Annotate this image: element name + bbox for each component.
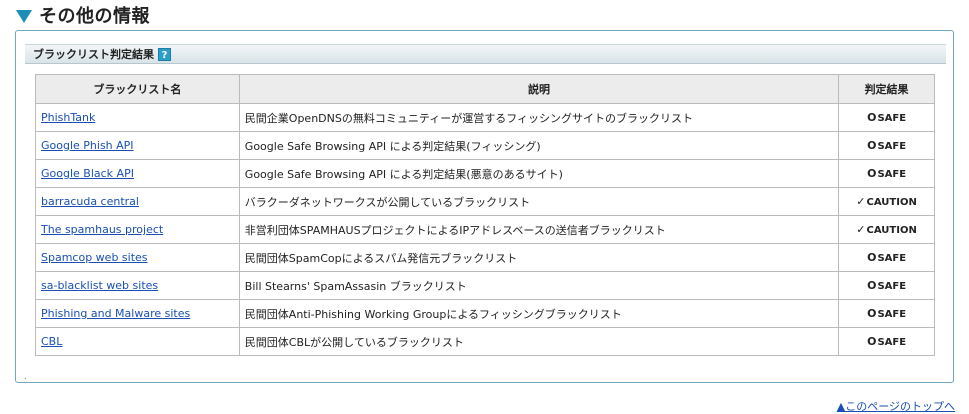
- blacklist-description: 非営利団体SPAMHAUSプロジェクトによるIPアドレスベースの送信者ブラックリ…: [238, 215, 840, 244]
- blacklist-table: ブラックリスト名 説明 判定結果 PhishTank 民間企業OpenDNSの無料…: [35, 74, 935, 356]
- triangle-down-icon: [16, 9, 32, 23]
- blacklist-name-cell: barracuda central: [35, 187, 240, 216]
- blacklist-name-link[interactable]: PhishTank: [41, 111, 95, 124]
- blacklist-name-cell: Google Phish API: [35, 131, 240, 160]
- circle-icon: O: [867, 307, 877, 320]
- circle-icon: O: [867, 335, 877, 348]
- table-row: Phishing and Malware sites 民間団体Anti-Phish…: [35, 299, 935, 328]
- column-header-result: 判定結果: [838, 74, 935, 104]
- table-row: CBL 民間団体CBLが公開しているブラックリスト OSAFE: [35, 327, 935, 356]
- blacklist-description: Bill Stearns' SpamAssasin ブラックリスト: [238, 271, 840, 300]
- page: その他の情報 ブラックリスト判定結果 ? ブラックリスト名 説明 判定結果 Ph…: [0, 0, 969, 414]
- table-row: Spamcop web sites 民間団体SpamCopによるスパム発信元ブラッ…: [35, 243, 935, 272]
- blacklist-name-cell: sa-blacklist web sites: [35, 271, 240, 300]
- result-badge: OSAFE: [838, 299, 935, 328]
- blacklist-description: Google Safe Browsing API による判定結果(悪意のあるサイ…: [238, 159, 840, 188]
- panel-header: ブラックリスト判定結果 ?: [25, 44, 946, 64]
- section-title: その他の情報: [39, 6, 150, 27]
- table-row: PhishTank 民間企業OpenDNSの無料コミュニティーが運営するフィッシン…: [35, 103, 935, 132]
- result-badge: OSAFE: [838, 159, 935, 188]
- result-label: CAUTION: [866, 197, 917, 208]
- table-row: Google Phish API Google Safe Browsing API…: [35, 131, 935, 160]
- blacklist-name-cell: CBL: [35, 327, 240, 356]
- result-badge: OSAFE: [838, 131, 935, 160]
- check-mark-icon: ✓: [856, 223, 866, 236]
- result-label: SAFE: [877, 337, 907, 348]
- blacklist-description: 民間団体CBLが公開しているブラックリスト: [238, 327, 840, 356]
- blacklist-name-cell: Phishing and Malware sites: [35, 299, 240, 328]
- result-label: SAFE: [877, 113, 907, 124]
- result-label: SAFE: [877, 253, 907, 264]
- blacklist-name-link[interactable]: Phishing and Malware sites: [41, 307, 190, 320]
- blacklist-name-link[interactable]: Spamcop web sites: [41, 251, 148, 264]
- column-header-description: 説明: [238, 74, 840, 104]
- result-label: SAFE: [877, 281, 907, 292]
- blacklist-name-cell: Spamcop web sites: [35, 243, 240, 272]
- blacklist-description: 民間団体Anti-Phishing Working Groupによるフィッシング…: [238, 299, 840, 328]
- circle-icon: O: [867, 139, 877, 152]
- blacklist-name-link[interactable]: The spamhaus project: [41, 223, 163, 236]
- blacklist-description: 民間団体SpamCopによるスパム発信元ブラックリスト: [238, 243, 840, 272]
- circle-icon: O: [867, 279, 877, 292]
- circle-icon: O: [867, 167, 877, 180]
- blacklist-name-link[interactable]: Google Phish API: [41, 139, 134, 152]
- column-header-name: ブラックリスト名: [35, 74, 240, 104]
- result-badge: OSAFE: [838, 271, 935, 300]
- blacklist-name-cell: PhishTank: [35, 103, 240, 132]
- panel-title: ブラックリスト判定結果: [33, 48, 154, 61]
- back-to-top-link[interactable]: ▲このページのトップへ: [837, 398, 955, 414]
- result-badge: ✓CAUTION: [838, 187, 935, 216]
- result-badge: OSAFE: [838, 327, 935, 356]
- table-row: sa-blacklist web sites Bill Stearns' Spam…: [35, 271, 935, 300]
- circle-icon: O: [867, 251, 877, 264]
- blacklist-name-link[interactable]: sa-blacklist web sites: [41, 279, 158, 292]
- blacklist-name-link[interactable]: CBL: [41, 335, 62, 348]
- result-label: CAUTION: [866, 225, 917, 236]
- blacklist-name-link[interactable]: Google Black API: [41, 167, 134, 180]
- table-row: barracuda central バラクーダネットワークスが公開しているブラック…: [35, 187, 935, 216]
- check-mark-icon: ✓: [856, 195, 866, 208]
- circle-icon: O: [867, 111, 877, 124]
- result-badge: OSAFE: [838, 243, 935, 272]
- footer-dot: .: [24, 372, 27, 381]
- blacklist-name-cell: Google Black API: [35, 159, 240, 188]
- result-label: SAFE: [877, 169, 907, 180]
- result-label: SAFE: [877, 141, 907, 152]
- blacklist-name-cell: The spamhaus project: [35, 215, 240, 244]
- blacklist-description: 民間企業OpenDNSの無料コミュニティーが運営するフィッシングサイトのブラック…: [238, 103, 840, 132]
- help-icon[interactable]: ?: [158, 47, 171, 61]
- section-header: その他の情報: [16, 3, 150, 27]
- table-row: Google Black API Google Safe Browsing API…: [35, 159, 935, 188]
- table-header-row: ブラックリスト名 説明 判定結果: [35, 74, 935, 104]
- result-badge: OSAFE: [838, 103, 935, 132]
- result-label: SAFE: [877, 309, 907, 320]
- result-badge: ✓CAUTION: [838, 215, 935, 244]
- blacklist-description: Google Safe Browsing API による判定結果(フィッシング): [238, 131, 840, 160]
- table-row: The spamhaus project 非営利団体SPAMHAUSプロジェクトに…: [35, 215, 935, 244]
- blacklist-description: バラクーダネットワークスが公開しているブラックリスト: [238, 187, 840, 216]
- blacklist-name-link[interactable]: barracuda central: [41, 195, 139, 208]
